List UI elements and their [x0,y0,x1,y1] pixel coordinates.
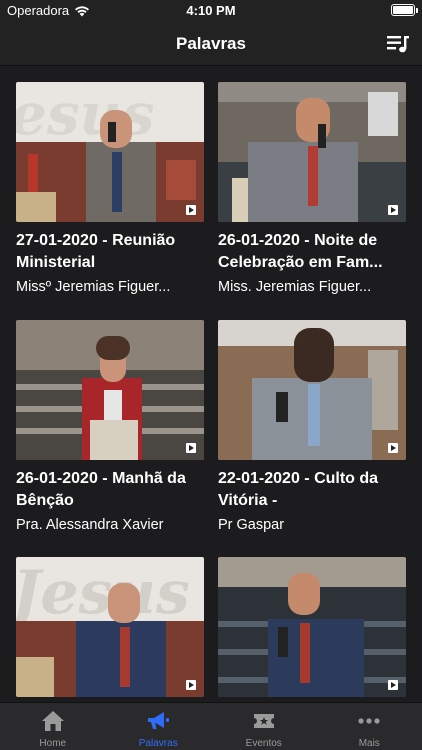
video-card[interactable]: 26-01-2020 - Manhã da Bênção Pra. Alessa… [16,320,204,535]
video-card[interactable]: esus 27-01-2020 - Reunião Ministerial Mi… [16,82,204,297]
more-icon [357,710,381,732]
tab-label: Mais [358,738,380,749]
navigation-bar: Palavras [0,22,422,66]
video-thumbnail[interactable]: esus [16,82,204,222]
home-icon [41,710,65,732]
video-title: 27-01-2020 - Reunião Ministerial [16,232,176,271]
video-thumbnail-image [218,557,406,697]
video-thumbnail-image [16,320,204,460]
video-badge-icon [186,680,196,690]
megaphone-icon [146,710,170,732]
video-thumbnail-image: Jesus [16,557,204,697]
video-card[interactable]: 26-01-2020 - Noite de Celebração em Fam.… [218,82,406,297]
svg-text:esus: esus [16,82,154,148]
video-card[interactable] [218,557,406,697]
video-thumbnail[interactable] [16,320,204,460]
video-thumbnail[interactable]: Jesus [16,557,204,697]
video-thumbnail-image: esus [16,82,204,222]
tab-label: Palavras [138,738,178,749]
video-author: Miss. Jeremias Figuer... [218,279,372,295]
video-title: 26-01-2020 - Noite de Celebração em Fam.… [218,232,383,271]
tab-bar: Home Palavras Eventos Mais [0,702,422,750]
tab-eventos[interactable]: Eventos [211,703,317,750]
video-badge-icon [388,443,398,453]
video-title: 22-01-2020 - Culto da Vitória - [218,470,379,509]
tab-home[interactable]: Home [0,703,106,750]
video-badge-icon [388,205,398,215]
video-title: 26-01-2020 - Manhã da Bênção [16,470,186,509]
video-card[interactable]: 22-01-2020 - Culto da Vitória - Pr Gaspa… [218,320,406,535]
clock: 4:10 PM [186,3,236,18]
video-badge-icon [186,205,196,215]
page-title: Palavras [176,34,246,53]
video-badge-icon [388,680,398,690]
tab-palavras[interactable]: Palavras [106,703,212,750]
tab-label: Eventos [245,738,282,749]
video-author: Pra. Alessandra Xavier [16,517,164,533]
video-badge-icon [186,443,196,453]
svg-text:Jesus: Jesus [16,558,190,628]
video-author: Missº Jeremias Figuer... [16,279,171,295]
video-thumbnail[interactable] [218,557,406,697]
tab-mais[interactable]: Mais [317,703,422,750]
video-thumbnail[interactable] [218,82,406,222]
video-thumbnail-image [218,320,406,460]
video-thumbnail[interactable] [218,320,406,460]
video-author: Pr Gaspar [218,517,285,533]
status-bar: Operadora 4:10 PM [0,0,422,22]
battery-icon [391,4,418,16]
video-grid: esus 27-01-2020 - Reunião Ministerial Mi… [0,66,422,702]
ticket-icon [252,710,276,732]
video-thumbnail-image [218,82,406,222]
tab-label: Home [39,738,67,749]
playlist-icon[interactable] [386,34,410,54]
video-card[interactable]: Jesus [16,557,204,697]
